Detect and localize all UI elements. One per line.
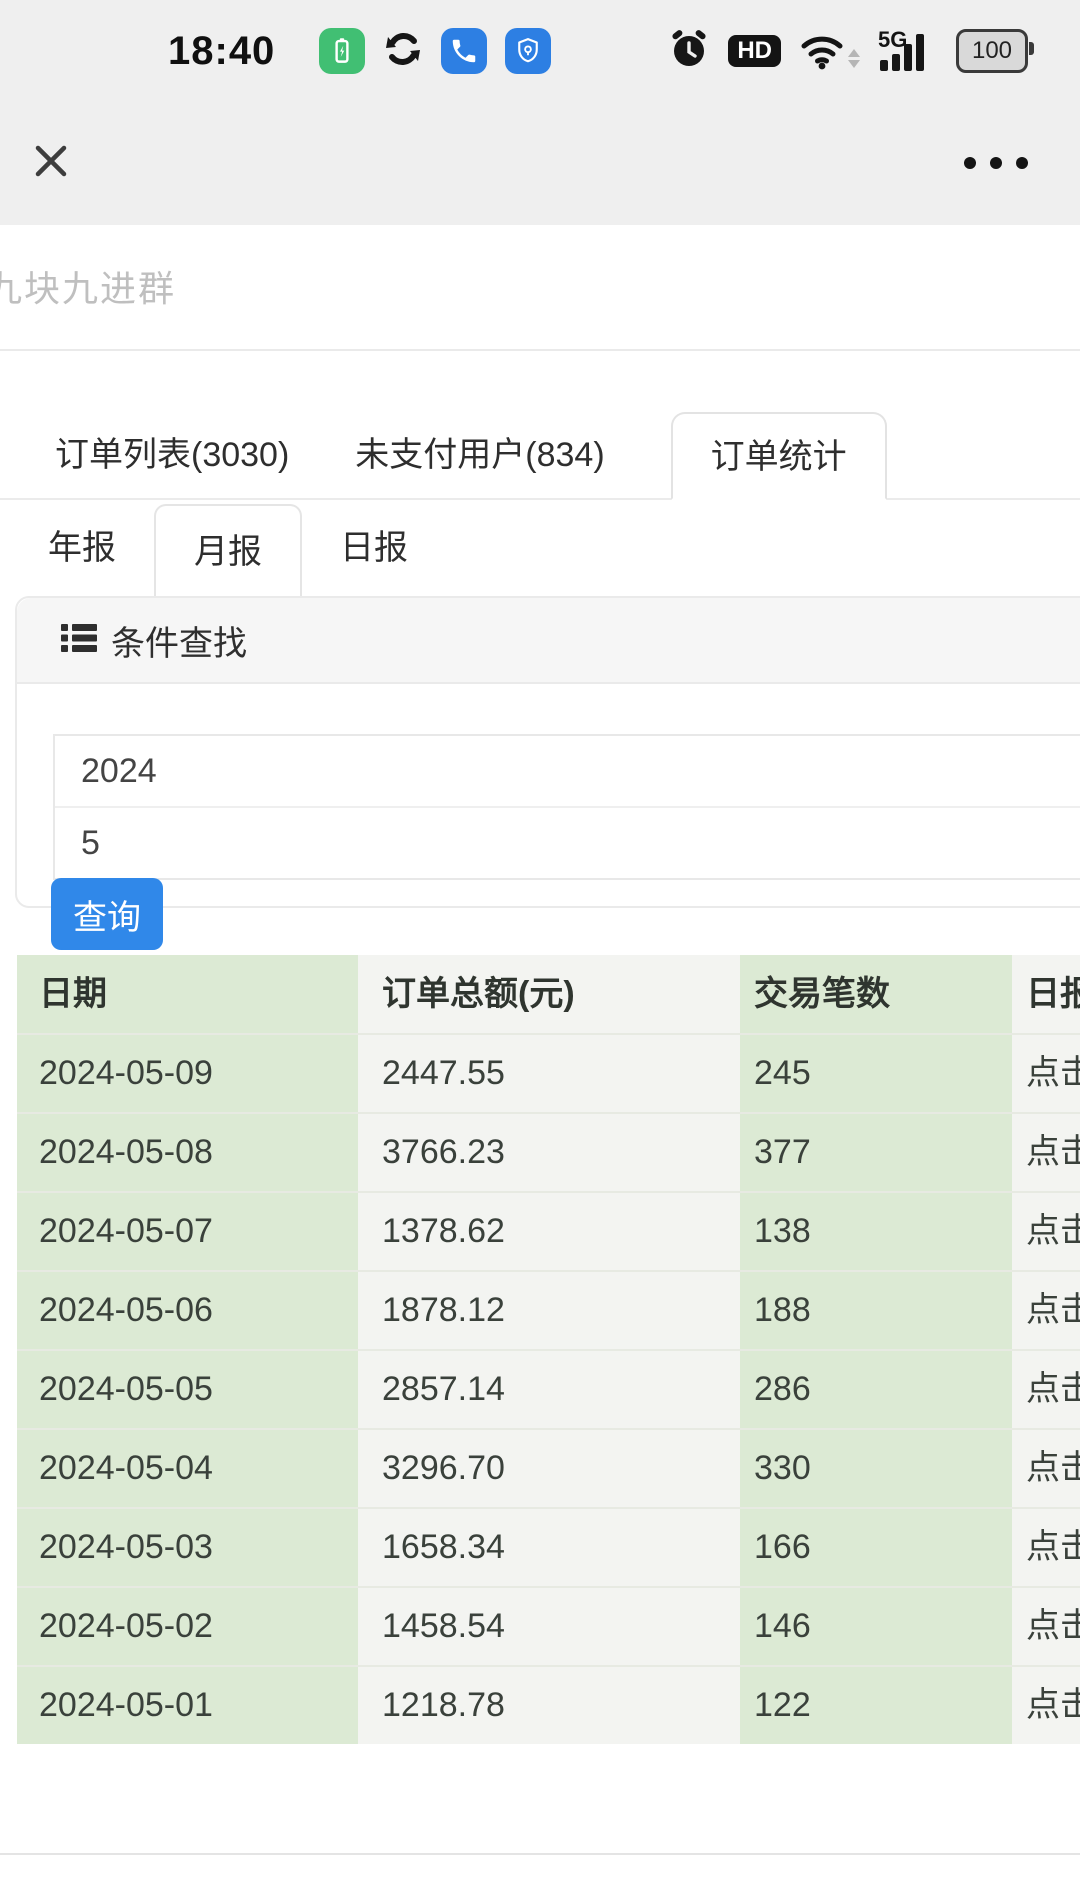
cell-daily-link[interactable]: 点击 <box>1012 1193 1080 1270</box>
cell-daily-link[interactable]: 点击 <box>1012 1035 1080 1112</box>
filter-panel: 条件查找 <box>15 596 1080 908</box>
cell-date: 2024-05-08 <box>17 1114 358 1191</box>
sync-icon <box>383 29 423 74</box>
cell-amount: 1878.12 <box>358 1272 740 1349</box>
tab-order-stats[interactable]: 订单统计 <box>671 412 887 500</box>
cell-amount: 2447.55 <box>358 1035 740 1112</box>
close-icon[interactable] <box>28 138 74 184</box>
subtab-yearly[interactable]: 年报 <box>48 502 116 596</box>
cell-daily-link[interactable]: 点击 <box>1012 1272 1080 1349</box>
page-title: 九块九进群 <box>0 260 176 312</box>
hd-badge: HD <box>728 35 781 67</box>
tab-order-list[interactable]: 订单列表(3030) <box>55 412 289 498</box>
cell-amount: 3766.23 <box>358 1114 740 1191</box>
status-bar-right: HD 5G 100 <box>668 28 1028 75</box>
alarm-icon <box>668 28 710 75</box>
battery-level: 100 <box>956 29 1028 73</box>
nav-bar <box>0 102 1080 225</box>
cell-count: 138 <box>740 1193 1012 1270</box>
cell-count: 146 <box>740 1588 1012 1665</box>
cell-date: 2024-05-07 <box>17 1193 358 1270</box>
clock-time: 18:40 <box>168 29 275 74</box>
table-row: 2024-05-09 2447.55 245 点击 <box>17 1035 1080 1114</box>
table-row: 2024-05-08 3766.23 377 点击 <box>17 1114 1080 1193</box>
cell-amount: 1218.78 <box>358 1667 740 1744</box>
cell-count: 377 <box>740 1114 1012 1191</box>
cell-date: 2024-05-09 <box>17 1035 358 1112</box>
wifi-icon <box>799 31 860 71</box>
report-table: 日期 订单总额(元) 交易笔数 日报 2024-05-09 2447.55 24… <box>17 955 1080 1744</box>
cell-daily-link[interactable]: 点击 <box>1012 1114 1080 1191</box>
cell-daily-link[interactable]: 点击 <box>1012 1509 1080 1586</box>
table-row: 2024-05-03 1658.34 166 点击 <box>17 1509 1080 1588</box>
list-icon <box>61 622 97 659</box>
table-row: 2024-05-04 3296.70 330 点击 <box>17 1430 1080 1509</box>
cell-count: 166 <box>740 1509 1012 1586</box>
subtab-daily[interactable]: 日报 <box>340 502 408 596</box>
cell-daily-link[interactable]: 点击 <box>1012 1430 1080 1507</box>
more-menu-icon[interactable] <box>964 148 1028 178</box>
top-chrome: 18:40 HD <box>0 0 1080 225</box>
cell-amount: 1658.34 <box>358 1509 740 1586</box>
cell-amount: 2857.14 <box>358 1351 740 1428</box>
shield-app-icon <box>505 28 551 74</box>
table-row: 2024-05-02 1458.54 146 点击 <box>17 1588 1080 1667</box>
battery-percent-label: 100 <box>972 37 1012 65</box>
status-bar-left: 18:40 <box>168 28 551 74</box>
bottom-divider <box>0 1853 1080 1855</box>
month-input[interactable] <box>55 808 1080 878</box>
search-button[interactable]: 查询 <box>51 878 163 950</box>
table-header-row: 日期 订单总额(元) 交易笔数 日报 <box>17 955 1080 1035</box>
cell-count: 122 <box>740 1667 1012 1744</box>
cell-count: 188 <box>740 1272 1012 1349</box>
cell-date: 2024-05-01 <box>17 1667 358 1744</box>
cell-count: 245 <box>740 1035 1012 1112</box>
col-header-amount: 订单总额(元) <box>358 955 740 1033</box>
cell-amount: 3296.70 <box>358 1430 740 1507</box>
cell-amount: 1378.62 <box>358 1193 740 1270</box>
report-subtabs: 年报 月报 日报 <box>0 502 1080 596</box>
signal-5g-icon: 5G <box>878 29 938 73</box>
wifi-traffic-arrows <box>848 49 860 68</box>
cell-amount: 1458.54 <box>358 1588 740 1665</box>
col-header-date: 日期 <box>17 955 358 1033</box>
filter-panel-title: 条件查找 <box>111 616 247 665</box>
cell-date: 2024-05-06 <box>17 1272 358 1349</box>
cell-date: 2024-05-05 <box>17 1351 358 1428</box>
main-tabs: 订单列表(3030) 未支付用户(834) 订单统计 <box>0 412 1080 500</box>
cell-daily-link[interactable]: 点击 <box>1012 1351 1080 1428</box>
cell-date: 2024-05-04 <box>17 1430 358 1507</box>
col-header-count: 交易笔数 <box>740 955 1012 1033</box>
phone-app-icon <box>441 28 487 74</box>
status-bar: 18:40 HD <box>0 0 1080 102</box>
charging-battery-app-icon <box>319 28 365 74</box>
table-row: 2024-05-05 2857.14 286 点击 <box>17 1351 1080 1430</box>
filter-inputs <box>53 734 1080 880</box>
cell-count: 286 <box>740 1351 1012 1428</box>
table-row: 2024-05-07 1378.62 138 点击 <box>17 1193 1080 1272</box>
cell-count: 330 <box>740 1430 1012 1507</box>
table-row: 2024-05-01 1218.78 122 点击 <box>17 1667 1080 1744</box>
title-divider <box>0 349 1080 351</box>
table-row: 2024-05-06 1878.12 188 点击 <box>17 1272 1080 1351</box>
year-input[interactable] <box>55 736 1080 806</box>
screen: 18:40 HD <box>0 0 1080 1881</box>
tab-unpaid-users[interactable]: 未支付用户(834) <box>355 412 604 498</box>
cell-date: 2024-05-02 <box>17 1588 358 1665</box>
cell-daily-link[interactable]: 点击 <box>1012 1588 1080 1665</box>
cell-daily-link[interactable]: 点击 <box>1012 1667 1080 1744</box>
filter-panel-header: 条件查找 <box>17 598 1080 684</box>
cell-date: 2024-05-03 <box>17 1509 358 1586</box>
col-header-daily: 日报 <box>1012 955 1080 1033</box>
subtab-monthly[interactable]: 月报 <box>154 504 302 596</box>
